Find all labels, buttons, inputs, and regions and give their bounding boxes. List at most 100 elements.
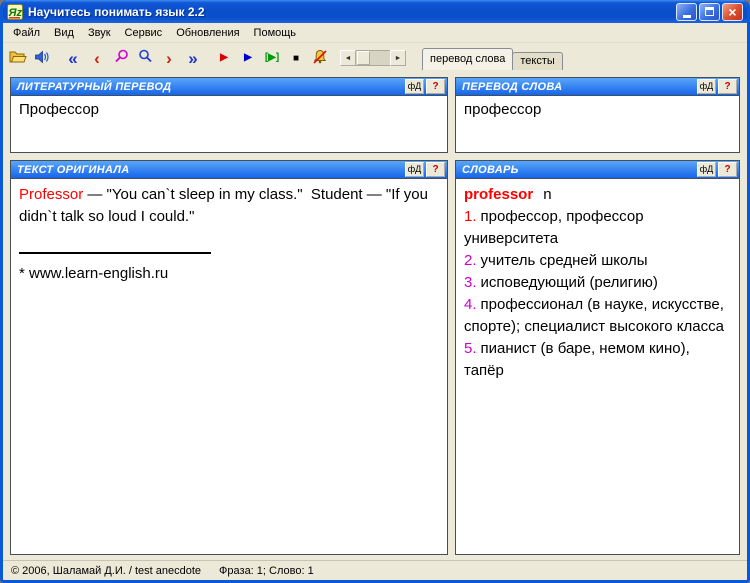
magnifier-back-icon [114,49,129,67]
play-selection-button[interactable]: [▶] [260,46,284,70]
status-copyright: © 2006, Шаламай Д.И. / test anecdote [11,565,201,577]
panel-original-header: ТЕКСТ ОРИГИНАЛА фД ? [11,161,447,179]
part-of-speech: n [543,186,551,203]
entry-text: пианист (в баре, немом кино), тапёр [464,340,690,379]
entry-number: 2. [464,252,477,269]
open-folder-icon [9,49,27,67]
first-phrase-button[interactable]: « [61,46,85,70]
panel-literary-translation: ЛИТЕРАТУРНЫЙ ПЕРЕВОД фД ? Профессор [10,77,448,153]
close-button[interactable]: × [722,3,743,21]
close-icon: × [728,5,736,19]
panel-header-buttons: фД ? [697,79,737,94]
entry-number: 3. [464,274,477,291]
scroll-left-button[interactable]: ◄ [340,50,356,66]
maximize-button[interactable] [699,3,720,21]
panel-dictionary: СЛОВАРЬ фД ? professor n 1.профессор, про… [455,160,740,555]
help-button[interactable]: ? [718,162,737,177]
speed-scrollbar: ◄ ► [340,50,406,66]
entry-number: 4. [464,296,477,313]
open-file-button[interactable] [6,46,30,70]
word-translation-text[interactable]: профессор [456,96,739,152]
separator-line [19,252,211,254]
app-icon: Яz [7,4,23,20]
panel-literary-title: ЛИТЕРАТУРНЫЙ ПЕРЕВОД [17,81,405,93]
main-area: ЛИТЕРАТУРНЫЙ ПЕРЕВОД фД ? Профессор ТЕКС… [3,73,747,560]
last-phrase-button[interactable]: » [181,46,205,70]
help-button[interactable]: ? [426,162,445,177]
search-back-button[interactable] [109,46,133,70]
tab-word-translation[interactable]: перевод слова [422,48,513,70]
panel-word-translation: ПЕРЕВОД СЛОВА фД ? профессор [455,77,740,153]
font-button[interactable]: фД [405,162,424,177]
menu-item-file[interactable]: Файл [6,24,47,42]
minimize-icon [683,15,691,18]
panel-header-buttons: фД ? [405,162,445,177]
panel-header-buttons: фД ? [405,79,445,94]
play-all-button[interactable]: ▶ [236,46,260,70]
dictionary-entry: 1.профессор, профессор университета [464,206,731,250]
menu-bar: Файл Вид Звук Сервис Обновления Помощь [3,23,747,43]
menu-item-service[interactable]: Сервис [118,24,170,42]
original-text-area[interactable]: Professor — "You can`t sleep in my class… [11,179,447,554]
menu-item-sound[interactable]: Звук [81,24,118,42]
right-column: ПЕРЕВОД СЛОВА фД ? профессор СЛОВАРЬ фД … [455,77,740,555]
minimize-button[interactable] [676,3,697,21]
magnifier-forward-icon [138,49,153,67]
status-bar: © 2006, Шаламай Д.И. / test anecdote Фра… [3,560,747,580]
dictionary-headword: professor [464,186,533,203]
dictionary-area[interactable]: professor n 1.профессор, профессор универ… [456,179,739,554]
panel-header-buttons: фД ? [697,162,737,177]
window-title: Научитесь понимать язык 2.2 [28,5,671,19]
panel-dictionary-header: СЛОВАРЬ фД ? [456,161,739,179]
dictionary-headword-line: professor n [464,184,731,206]
highlighted-word[interactable]: Professor [19,186,83,203]
font-button[interactable]: фД [405,79,424,94]
font-button[interactable]: фД [697,79,716,94]
app-window: Яz Научитесь понимать язык 2.2 × Файл Ви… [0,0,750,583]
scroll-track[interactable] [356,50,390,66]
source-note: * www.learn-english.ru [19,263,439,285]
entry-text: учитель средней школы [481,252,648,269]
mute-button[interactable] [308,46,332,70]
menu-item-updates[interactable]: Обновления [169,24,246,42]
panel-original-title: ТЕКСТ ОРИГИНАЛА [17,164,405,176]
speaker-icon [34,49,50,68]
panel-original-text: ТЕКСТ ОРИГИНАЛА фД ? Professor — "You ca… [10,160,448,555]
prev-phrase-button[interactable]: ‹ [85,46,109,70]
toolbar: « ‹ › » ▶ ▶ [▶] ■ [3,43,747,73]
entry-text: профессор, профессор университета [464,208,644,247]
entry-number: 5. [464,340,477,357]
status-position: Фраза: 1; Слово: 1 [219,565,314,577]
maximize-icon [705,7,714,16]
panel-literary-header: ЛИТЕРАТУРНЫЙ ПЕРЕВОД фД ? [11,78,447,96]
scroll-thumb[interactable] [357,51,370,65]
mode-tabs: перевод слова тексты [422,46,563,70]
help-button[interactable]: ? [426,79,445,94]
entry-number: 1. [464,208,477,225]
dictionary-entry: 4.профессионал (в науке, искусстве, спор… [464,294,731,338]
original-text: Professor — "You can`t sleep in my class… [19,184,439,228]
scroll-right-button[interactable]: ► [390,50,406,66]
dictionary-entry: 3.исповедующий (религию) [464,272,731,294]
play-phrase-button[interactable]: ▶ [212,46,236,70]
panel-dictionary-title: СЛОВАРЬ [462,164,697,176]
search-forward-button[interactable] [133,46,157,70]
help-button[interactable]: ? [718,79,737,94]
dictionary-entry: 2.учитель средней школы [464,250,731,272]
entry-text: исповедующий (религию) [481,274,658,291]
tab-texts[interactable]: тексты [512,52,562,70]
dictionary-entry: 5.пианист (в баре, немом кино), тапёр [464,338,731,382]
font-button[interactable]: фД [697,162,716,177]
entry-text: профессионал (в науке, искусстве, спорте… [464,296,724,335]
stop-button[interactable]: ■ [284,46,308,70]
panel-word-header: ПЕРЕВОД СЛОВА фД ? [456,78,739,96]
window-controls: × [676,3,743,21]
next-phrase-button[interactable]: › [157,46,181,70]
sound-button[interactable] [30,46,54,70]
bell-off-icon [312,49,328,68]
panel-word-title: ПЕРЕВОД СЛОВА [462,81,697,93]
menu-item-view[interactable]: Вид [47,24,81,42]
menu-item-help[interactable]: Помощь [247,24,304,42]
literary-translation-text[interactable]: Профессор [11,96,447,152]
title-bar[interactable]: Яz Научитесь понимать язык 2.2 × [3,0,747,23]
